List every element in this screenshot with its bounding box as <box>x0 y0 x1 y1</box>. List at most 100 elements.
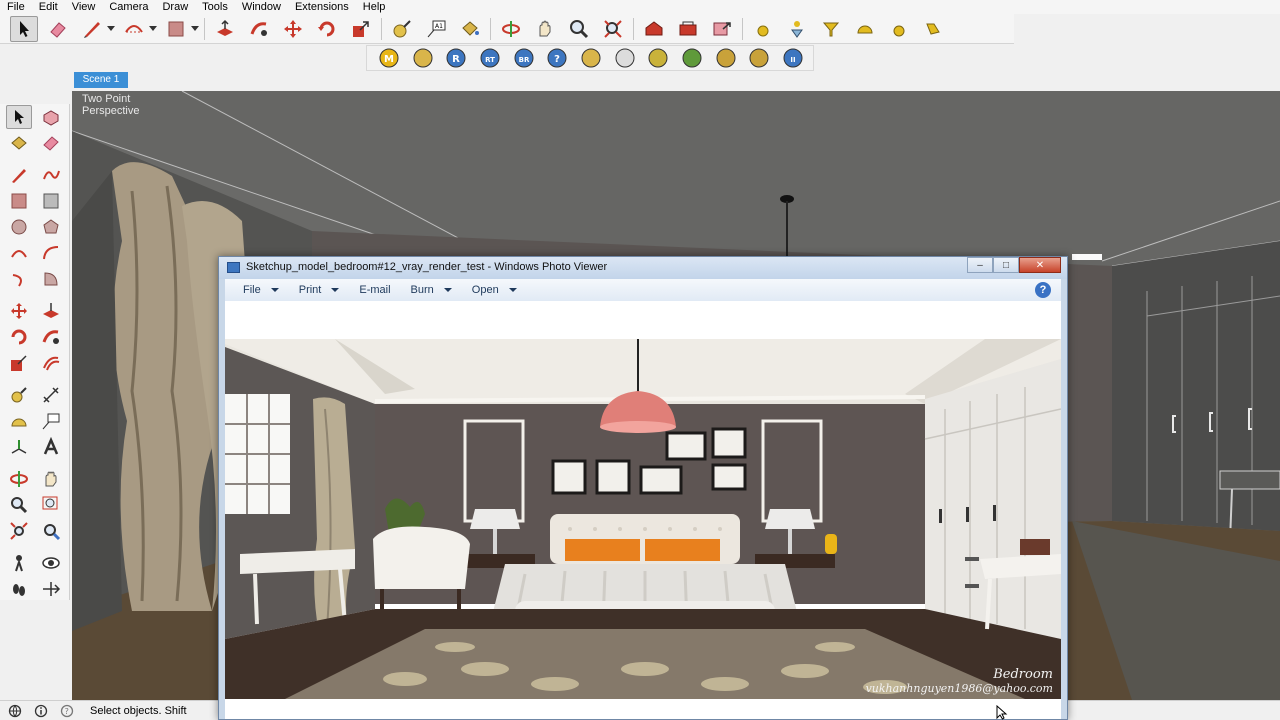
palette-follow-me-button[interactable] <box>38 325 64 349</box>
photo-viewer-menu-file[interactable]: File <box>243 284 279 296</box>
palette-offset-button[interactable] <box>38 351 64 375</box>
palette-walk-button[interactable] <box>6 577 32 601</box>
palette-dimension-button[interactable] <box>38 383 64 407</box>
palette-axes-button[interactable] <box>6 435 32 459</box>
vray-options-button[interactable] <box>409 47 437 69</box>
palette-eraser-button[interactable] <box>38 131 64 155</box>
photo-viewer-menu-burn[interactable]: Burn <box>411 284 452 296</box>
tape-measure-button[interactable] <box>388 16 416 42</box>
vray-infinite-plane-button[interactable] <box>712 47 740 69</box>
palette-tape-measure-button[interactable] <box>6 383 32 407</box>
shadow-settings-button[interactable] <box>783 16 811 42</box>
palette-push-pull-button[interactable] <box>38 299 64 323</box>
select-tool-button[interactable] <box>10 15 38 42</box>
palette-select-button[interactable] <box>5 105 32 129</box>
scene-tab[interactable]: Scene 1 <box>74 72 128 88</box>
zoom-extents-button[interactable] <box>599 16 627 42</box>
palette-zoom-window-button[interactable] <box>38 493 64 517</box>
palette-3pt-arc-button[interactable] <box>6 267 32 291</box>
palette-arc-button[interactable] <box>6 241 32 265</box>
palette-pan-button[interactable] <box>38 467 64 491</box>
palette-move-button[interactable] <box>6 299 32 323</box>
vray-material-editor-button[interactable]: M <box>375 47 403 69</box>
section-plane-button[interactable] <box>817 16 845 42</box>
palette-orbit-button[interactable] <box>6 467 32 491</box>
palette-look-around-button[interactable] <box>38 551 64 575</box>
extension-warehouse-button[interactable] <box>674 16 702 42</box>
photo-viewer-help-icon[interactable]: ? <box>1035 282 1051 298</box>
zoom-button[interactable] <box>565 16 593 42</box>
vray-mesh-light-button[interactable] <box>746 47 774 69</box>
palette-previous-view-button[interactable] <box>38 519 64 543</box>
eraser-tool-button[interactable] <box>44 16 72 42</box>
palette-circle-button[interactable] <box>6 215 32 239</box>
paint-bucket-button[interactable] <box>456 16 484 42</box>
photo-viewer-canvas[interactable]: Bedroom vukhanhnguyen1986@yahoo.com <box>225 301 1061 719</box>
palette-position-camera-button[interactable] <box>6 551 32 575</box>
pan-button[interactable] <box>531 16 559 42</box>
rotate-button[interactable] <box>313 16 341 42</box>
arc-tool-button[interactable] <box>120 16 148 42</box>
arc-tool-dropdown[interactable] <box>148 16 158 42</box>
minimize-button[interactable]: – <box>967 257 993 273</box>
photo-viewer-titlebar[interactable]: Sketchup_model_bedroom#12_vray_render_te… <box>219 257 1067 279</box>
photo-viewer-menu-print[interactable]: Print <box>299 284 340 296</box>
vray-frame-buffer-button[interactable] <box>577 47 605 69</box>
dome-light-button[interactable] <box>851 16 879 42</box>
vray-plane-light-button[interactable] <box>645 47 673 69</box>
scale-button[interactable] <box>347 16 375 42</box>
push-pull-button[interactable] <box>211 16 239 42</box>
palette-text-button[interactable] <box>38 409 64 433</box>
palette-paint-button[interactable] <box>6 131 32 155</box>
palette-pie-button[interactable] <box>38 267 64 291</box>
sun-button[interactable] <box>749 16 777 42</box>
rectangle-tool-button[interactable] <box>162 16 190 42</box>
maximize-button[interactable]: □ <box>993 257 1019 273</box>
palette-3d-text-button[interactable] <box>38 435 64 459</box>
orbit-button[interactable] <box>497 16 525 42</box>
palette-protractor-button[interactable] <box>6 409 32 433</box>
menu-help[interactable]: Help <box>356 0 393 14</box>
menu-draw[interactable]: Draw <box>155 0 195 14</box>
menu-extensions[interactable]: Extensions <box>288 0 356 14</box>
palette-zoom-extents-button[interactable] <box>6 519 32 543</box>
palette-polygon-button[interactable] <box>38 215 64 239</box>
menu-camera[interactable]: Camera <box>102 0 155 14</box>
vray-rt-render-button[interactable]: RT <box>476 47 504 69</box>
palette-make-component-button[interactable] <box>38 105 64 129</box>
palette-zoom-button[interactable] <box>6 493 32 517</box>
shape-tool-dropdown[interactable] <box>190 16 200 42</box>
sphere-light-button[interactable] <box>885 16 913 42</box>
3d-warehouse-button[interactable] <box>640 16 668 42</box>
palette-rotated-rectangle-button[interactable] <box>38 189 64 213</box>
menu-view[interactable]: View <box>65 0 103 14</box>
spot-light-button[interactable] <box>919 16 947 42</box>
close-button[interactable]: ✕ <box>1019 257 1061 273</box>
move-button[interactable] <box>279 16 307 42</box>
credits-button[interactable] <box>32 702 50 720</box>
menu-tools[interactable]: Tools <box>195 0 235 14</box>
menu-window[interactable]: Window <box>235 0 288 14</box>
share-model-button[interactable] <box>708 16 736 42</box>
vray-batch-render-button[interactable]: BR <box>510 47 538 69</box>
palette-line-button[interactable] <box>6 163 32 187</box>
photo-viewer-menu-email[interactable]: E-mail <box>359 284 390 296</box>
vray-help-button[interactable]: ? <box>543 47 571 69</box>
vray-proxy-button[interactable] <box>678 47 706 69</box>
vray-sphere-light-button[interactable] <box>611 47 639 69</box>
palette-rotate-button[interactable] <box>6 325 32 349</box>
photo-viewer-menu-open[interactable]: Open <box>472 284 517 296</box>
palette-rectangle-button[interactable] <box>6 189 32 213</box>
palette-scale-button[interactable] <box>6 351 32 375</box>
line-tool-dropdown[interactable] <box>106 16 116 42</box>
palette-section-plane-button[interactable] <box>38 577 64 601</box>
instructor-button[interactable]: ? <box>58 702 76 720</box>
vray-pause-button[interactable]: II <box>779 47 807 69</box>
follow-me-button[interactable] <box>245 16 273 42</box>
line-tool-button[interactable] <box>78 16 106 42</box>
text-tool-button[interactable]: A1 <box>422 16 450 42</box>
menu-file[interactable]: File <box>0 0 32 14</box>
palette-freehand-button[interactable] <box>38 163 64 187</box>
vray-render-button[interactable]: R <box>442 47 470 69</box>
menu-edit[interactable]: Edit <box>32 0 65 14</box>
